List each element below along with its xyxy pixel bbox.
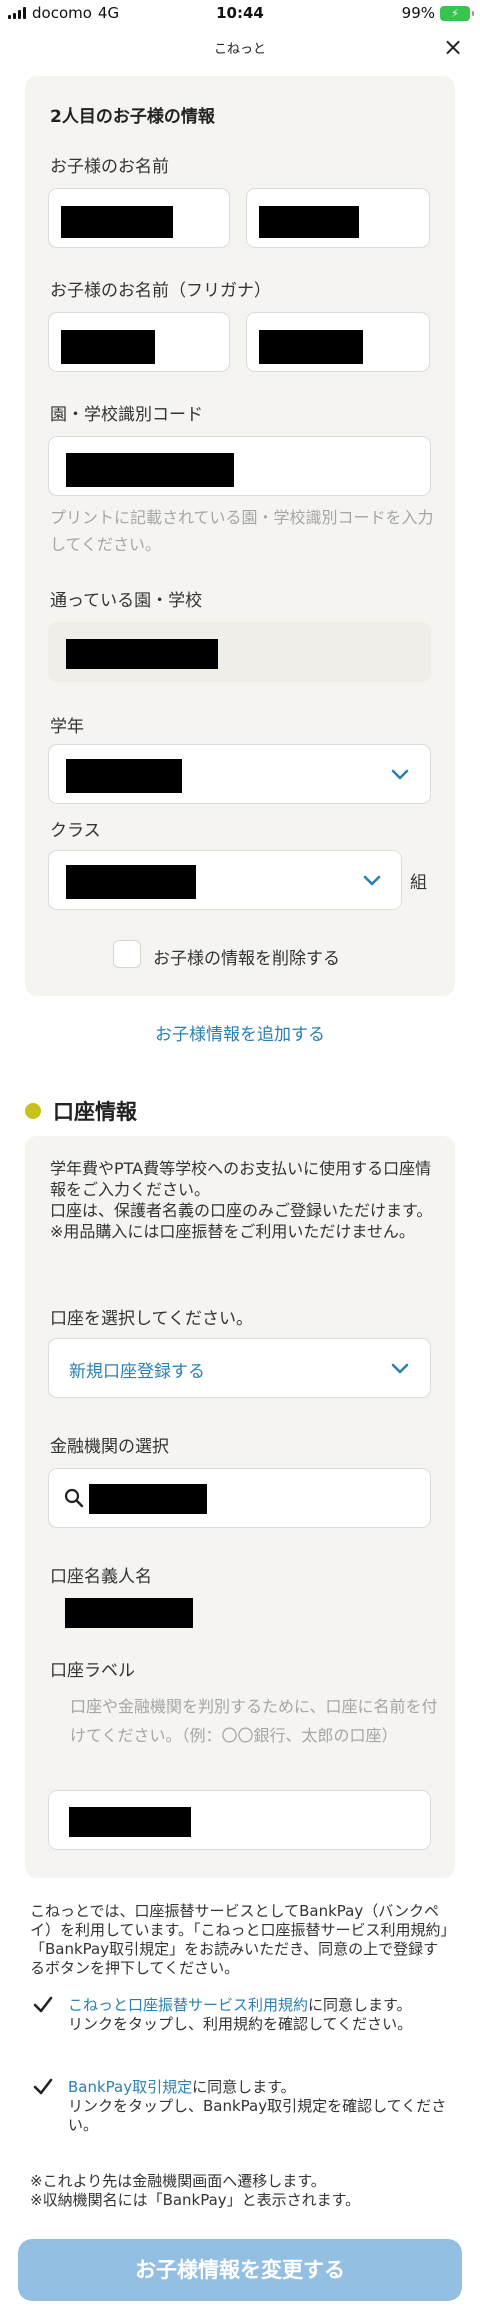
note-line: ※収納機関名には「BankPay」と表示されます。: [30, 2191, 361, 2209]
school-code-input[interactable]: [48, 436, 431, 496]
redacted-value: [259, 206, 359, 238]
last-name-input[interactable]: [48, 188, 230, 248]
child-name-label: お子様のお名前: [50, 157, 169, 177]
redacted-value: [69, 1807, 191, 1837]
close-icon[interactable]: ×: [438, 32, 468, 62]
chevron-down-icon: [363, 875, 381, 887]
submit-button[interactable]: お子様情報を変更する: [18, 2239, 462, 2301]
intro-line: ※用品購入には口座振替をご利用いただけません。: [50, 1222, 415, 1241]
holder-name-label: 口座名義人名: [50, 1567, 152, 1587]
account-section-title: 口座情報: [25, 1096, 137, 1126]
redacted-value: [89, 1484, 207, 1514]
delete-child-label: お子様の情報を削除する: [153, 949, 340, 969]
redacted-value: [61, 206, 173, 238]
first-name-kana-input[interactable]: [246, 312, 430, 372]
holder-name-value: [65, 1598, 193, 1628]
agree-subtext: リンクをタップし、BankPay取引規定を確認してください。: [68, 2097, 447, 2134]
grade-label: 学年: [50, 717, 84, 737]
bank-search-input[interactable]: [48, 1468, 431, 1528]
redacted-value: [66, 865, 196, 899]
nav-bar: こねっと ×: [0, 30, 480, 66]
terms-link-1[interactable]: こねっと口座振替サービス利用規約: [68, 1996, 308, 2014]
agree-terms-1: こねっと口座振替サービス利用規約に同意します。 リンクをタップし、利用規約を確認…: [68, 1996, 448, 2034]
add-child-link[interactable]: お子様情報を追加する: [0, 1020, 480, 1045]
redacted-value: [66, 759, 182, 793]
grade-select[interactable]: [48, 744, 431, 804]
checkmark-icon[interactable]: [32, 1994, 54, 2016]
delete-child-checkbox[interactable]: [113, 940, 141, 968]
account-label-input[interactable]: [48, 1790, 431, 1850]
status-bar: docomo 4G 10:44 99% ⚡: [0, 0, 480, 26]
page-title: こねっと: [213, 42, 266, 57]
account-label-label: 口座ラベル: [50, 1661, 135, 1681]
account-label-help: 口座や金融機関を判別するために、口座に名前を付けてください。（例：〇〇銀行、太郎…: [70, 1697, 438, 1745]
school-field: [48, 622, 431, 682]
terms-link-2[interactable]: BankPay取引規定: [68, 2078, 192, 2096]
terms-intro: こねっとでは、口座振替サービスとしてBankPay（バンクペイ）を利用しています…: [30, 1902, 449, 1977]
bank-select-label: 金融機関の選択: [50, 1437, 169, 1457]
redacted-value: [66, 453, 234, 487]
account-heading: 口座情報: [53, 1100, 137, 1124]
battery-icon: ⚡: [440, 5, 474, 21]
account-select-label: 口座を選択してください。: [50, 1309, 253, 1329]
redacted-value: [61, 330, 155, 364]
child-info-card: 2人目のお子様の情報 お子様のお名前 お子様のお名前（フリガナ） 園・学校識別コ…: [25, 76, 455, 996]
child-kana-label: お子様のお名前（フリガナ）: [50, 281, 271, 301]
redacted-value: [259, 330, 363, 364]
account-intro: 学年費やPTA費等学校へのお支払いに使用する口座情報をご入力ください。 口座は、…: [50, 1158, 440, 1242]
class-select[interactable]: [48, 850, 402, 910]
child-section-title: 2人目のお子様の情報: [50, 107, 215, 127]
agree-text: に同意します。: [308, 1996, 412, 2014]
agree-text: に同意します。: [192, 2078, 296, 2096]
agree-terms-2: BankPay取引規定に同意します。 リンクをタップし、BankPay取引規定を…: [68, 2078, 448, 2135]
section-dot-icon: [25, 1103, 41, 1119]
chevron-down-icon: [391, 1363, 409, 1375]
account-select[interactable]: 新規口座登録する: [48, 1338, 431, 1398]
terms-notes: ※これより先は金融機関画面へ遷移します。 ※収納機関名には「BankPay」と表…: [30, 2172, 360, 2210]
first-name-input[interactable]: [246, 188, 430, 248]
agree-subtext: リンクをタップし、利用規約を確認してください。: [68, 2015, 413, 2033]
battery-percent: 99%: [401, 4, 435, 22]
last-name-kana-input[interactable]: [48, 312, 230, 372]
note-line: ※これより先は金融機関画面へ遷移します。: [30, 2172, 326, 2190]
redacted-value: [66, 639, 218, 669]
school-code-help: プリントに記載されている園・学校識別コードを入力してください。: [50, 508, 434, 554]
checkmark-icon[interactable]: [32, 2076, 54, 2098]
account-select-value: 新規口座登録する: [69, 1362, 205, 1382]
intro-line: 学年費やPTA費等学校へのお支払いに使用する口座情報をご入力ください。: [50, 1159, 432, 1199]
account-card: 学年費やPTA費等学校へのお支払いに使用する口座情報をご入力ください。 口座は、…: [25, 1136, 455, 1878]
class-label: クラス: [50, 821, 101, 841]
school-code-label: 園・学校識別コード: [50, 405, 203, 425]
intro-line: 口座は、保護者名義の口座のみご登録いただけます。: [50, 1201, 433, 1220]
school-label: 通っている園・学校: [50, 591, 203, 611]
class-suffix: 組: [410, 873, 427, 893]
search-icon: [63, 1487, 85, 1509]
chevron-down-icon: [391, 769, 409, 781]
